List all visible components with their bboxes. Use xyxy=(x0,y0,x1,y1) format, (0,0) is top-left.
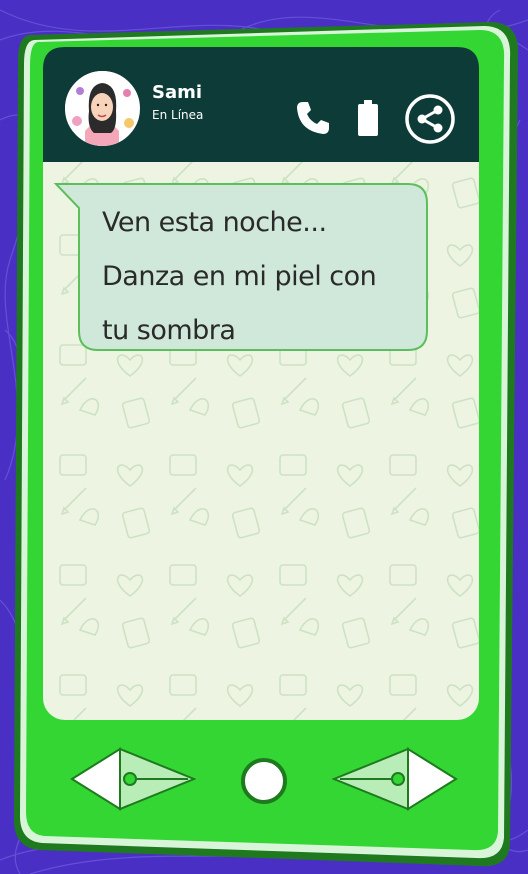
phone-icon[interactable] xyxy=(294,99,332,137)
message-text: Ven esta noche... Danza en mi piel con t… xyxy=(102,196,422,358)
battery-icon xyxy=(358,100,378,136)
left-arrow-icon[interactable] xyxy=(70,747,196,811)
share-icon[interactable] xyxy=(404,93,456,145)
message-line: Ven esta noche... xyxy=(102,207,327,238)
message-line: tu sombra xyxy=(102,315,236,346)
contact-status: En Línea xyxy=(152,108,204,122)
right-arrow-icon[interactable] xyxy=(332,747,458,811)
message-line: Danza en mi piel con xyxy=(102,261,377,292)
contact-name: Sami xyxy=(152,82,203,103)
home-circle-icon[interactable] xyxy=(241,758,287,804)
contact-avatar[interactable] xyxy=(63,69,142,148)
